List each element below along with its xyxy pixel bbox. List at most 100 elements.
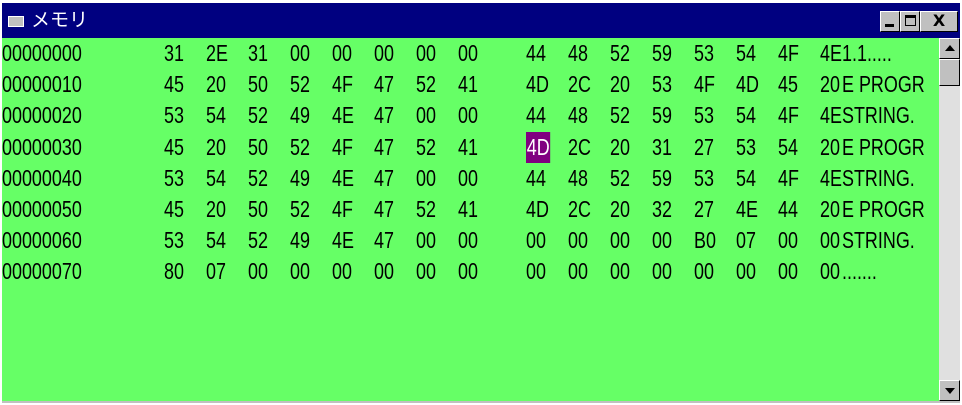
scroll-thumb[interactable] [939,59,960,86]
byte-cell[interactable]: 47 [374,225,394,256]
byte-cell[interactable]: 27 [694,194,714,225]
memory-hex-view[interactable]: 00000000 31 2E 31 00 00 00 00 00 44 48 52 59 53 54 4F 4E… [2,38,939,401]
byte-cell[interactable]: 00 [416,225,436,256]
byte-cell[interactable]: 54 [206,225,226,256]
byte-cell[interactable]: 00 [374,38,394,69]
byte-cell[interactable]: 48 [568,163,588,194]
byte-cell[interactable]: 52 [416,132,436,163]
byte-cell[interactable]: 54 [778,132,798,163]
byte-cell[interactable]: 4D [526,194,549,225]
byte-cell[interactable]: 2C [568,194,591,225]
byte-cell[interactable]: 59 [652,38,672,69]
byte-cell[interactable]: 07 [736,225,756,256]
byte-cell[interactable]: 50 [248,194,268,225]
byte-cell[interactable]: 00 [332,256,352,287]
byte-cell[interactable]: 00 [820,225,840,256]
byte-cell[interactable]: 47 [374,132,394,163]
byte-cell[interactable]: 00 [778,225,798,256]
byte-cell[interactable]: 45 [164,69,184,100]
byte-cell[interactable]: 54 [736,100,756,131]
byte-cell[interactable]: 00 [416,100,436,131]
byte-cell[interactable]: 49 [290,163,310,194]
byte-cell[interactable]: 53 [164,225,184,256]
byte-cell[interactable]: 31 [164,38,184,69]
byte-cell[interactable]: 47 [374,163,394,194]
byte-cell[interactable]: 44 [526,100,546,131]
byte-cell[interactable]: 4E [332,225,354,256]
byte-cell[interactable]: 32 [652,194,672,225]
byte-cell[interactable]: 00 [526,256,546,287]
byte-cell[interactable]: 00 [694,256,714,287]
byte-cell[interactable]: 00 [416,163,436,194]
byte-cell[interactable]: 20 [610,69,630,100]
byte-cell[interactable]: 00 [568,225,588,256]
byte-cell[interactable]: 53 [694,100,714,131]
byte-cell[interactable]: 4E [820,163,842,194]
byte-cell[interactable]: 00 [458,256,478,287]
byte-cell[interactable]: 54 [736,163,756,194]
byte-cell[interactable]: 07 [206,256,226,287]
byte-cell[interactable]: 4E [820,38,842,69]
byte-cell[interactable]: 4F [778,100,799,131]
byte-cell[interactable]: 00 [416,38,436,69]
byte-cell[interactable]: 31 [248,38,268,69]
byte-cell[interactable]: B0 [694,225,716,256]
byte-cell[interactable]: 54 [736,38,756,69]
byte-cell[interactable]: 47 [374,100,394,131]
byte-cell[interactable]: 20 [610,132,630,163]
byte-cell[interactable]: 20 [206,194,226,225]
byte-cell[interactable]: 41 [458,69,478,100]
byte-cell[interactable]: 50 [248,132,268,163]
byte-cell[interactable]: 4E [736,194,758,225]
byte-cell[interactable]: 00 [736,256,756,287]
byte-cell[interactable]: 52 [290,69,310,100]
byte-cell[interactable]: 49 [290,100,310,131]
byte-cell[interactable]: 27 [694,132,714,163]
byte-cell[interactable]: 53 [164,163,184,194]
byte-cell[interactable]: 00 [610,225,630,256]
byte-cell[interactable]: 31 [652,132,672,163]
window-icon[interactable] [8,13,24,27]
byte-cell[interactable]: 41 [458,132,478,163]
byte-cell[interactable]: 59 [652,100,672,131]
byte-cell[interactable]: 20 [206,69,226,100]
byte-cell[interactable]: 4F [778,163,799,194]
byte-cell[interactable]: 44 [778,194,798,225]
byte-cell[interactable]: 20 [206,132,226,163]
byte-cell[interactable]: 52 [248,225,268,256]
byte-cell[interactable]: 2C [568,69,591,100]
byte-cell[interactable]: 00 [610,256,630,287]
byte-cell[interactable]: 4D [736,69,759,100]
byte-cell[interactable]: 00 [290,256,310,287]
byte-cell[interactable]: 54 [206,163,226,194]
byte-cell[interactable]: 49 [290,225,310,256]
byte-cell[interactable]: 47 [374,69,394,100]
byte-cell[interactable]: 41 [458,194,478,225]
byte-cell[interactable]: 53 [164,100,184,131]
byte-cell[interactable]: 4E [332,163,354,194]
byte-cell[interactable]: 00 [568,256,588,287]
byte-cell[interactable]: 00 [652,256,672,287]
scroll-up-button[interactable] [939,38,960,59]
byte-cell[interactable]: 52 [610,163,630,194]
byte-cell[interactable]: 00 [526,225,546,256]
byte-cell[interactable]: 48 [568,100,588,131]
title-bar[interactable]: メモリ X [2,3,960,38]
byte-cell[interactable]: 20 [820,194,840,225]
byte-cell[interactable]: 4E [332,100,354,131]
selected-byte-cell[interactable]: 4D [526,131,551,163]
byte-cell[interactable]: 4F [332,69,353,100]
byte-cell[interactable]: 4D [526,69,549,100]
byte-cell[interactable]: 00 [290,38,310,69]
byte-cell[interactable]: 52 [248,100,268,131]
byte-cell[interactable]: 2E [206,38,228,69]
byte-cell[interactable]: 45 [778,69,798,100]
byte-cell[interactable]: 44 [526,163,546,194]
byte-cell[interactable]: 52 [610,38,630,69]
byte-cell[interactable]: 2C [568,132,591,163]
byte-cell[interactable]: 52 [610,100,630,131]
byte-cell[interactable]: 53 [694,38,714,69]
byte-cell[interactable]: 00 [332,38,352,69]
byte-cell[interactable]: 52 [290,132,310,163]
byte-cell[interactable]: 52 [290,194,310,225]
